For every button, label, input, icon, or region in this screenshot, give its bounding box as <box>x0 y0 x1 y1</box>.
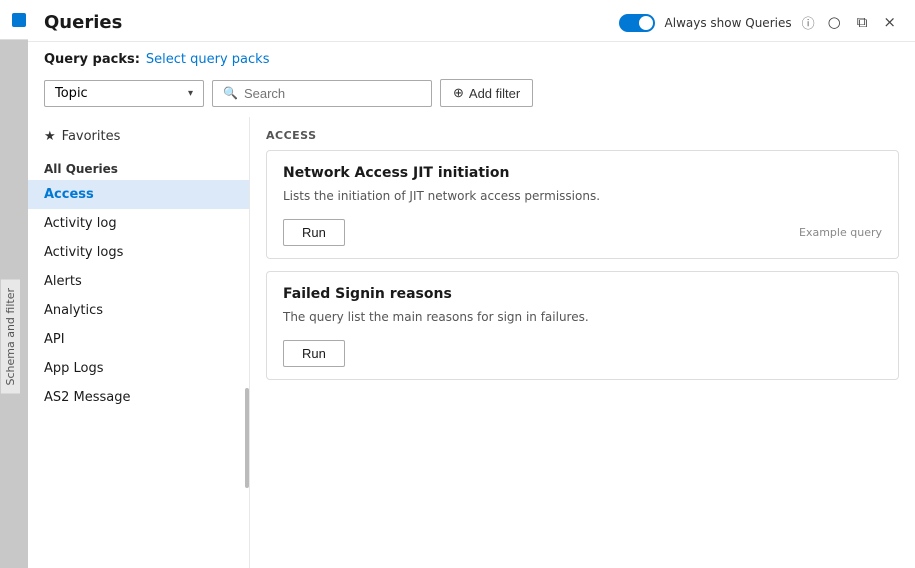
sidebar-scrollbar[interactable] <box>245 388 249 488</box>
toggle-thumb <box>639 16 653 30</box>
query-card-desc-2: The query list the main reasons for sign… <box>283 308 882 326</box>
sidebar-item-activity-log[interactable]: Activity log <box>28 209 249 238</box>
filter-row: Topic ▾ 🔍 ⊕ Add filter <box>28 73 915 117</box>
sidebar-item-label: App Logs <box>44 361 104 376</box>
always-show-label: Always show Queries <box>665 16 792 30</box>
query-card-footer-2: Run <box>283 340 882 367</box>
all-queries-label: All Queries <box>28 152 249 180</box>
sidebar-item-label: Alerts <box>44 274 82 289</box>
query-packs-row: Query packs: Select query packs <box>28 42 915 73</box>
search-box[interactable]: 🔍 <box>212 80 432 107</box>
sidebar: ★ Favorites All Queries Access Activity … <box>28 117 250 568</box>
sidebar-item-as2-message[interactable]: AS2 Message <box>28 383 249 412</box>
sidebar-item-label: Access <box>44 187 94 202</box>
queries-modal: Queries Always show Queries ⓘ ○ ⧉ × Quer… <box>28 0 915 568</box>
star-icon: ★ <box>44 129 56 144</box>
sidebar-item-activity-logs[interactable]: Activity logs <box>28 238 249 267</box>
sidebar-item-alerts[interactable]: Alerts <box>28 267 249 296</box>
sidebar-item-label: Analytics <box>44 303 103 318</box>
select-query-packs-link[interactable]: Select query packs <box>146 52 270 67</box>
main-content: ACCESS Network Access JIT initiation Lis… <box>250 117 915 568</box>
query-card-footer-1: Run Example query <box>283 219 882 246</box>
section-header-access: ACCESS <box>250 117 915 150</box>
copy-icon-button[interactable]: ⧉ <box>854 12 871 33</box>
add-filter-button[interactable]: ⊕ Add filter <box>440 79 533 107</box>
query-card-1: Network Access JIT initiation Lists the … <box>266 150 899 259</box>
header-controls: Always show Queries ⓘ ○ ⧉ × <box>619 12 899 33</box>
chevron-down-icon: ▾ <box>188 88 193 99</box>
toggle-track <box>619 14 655 32</box>
topic-label: Topic <box>55 86 88 101</box>
run-button-1[interactable]: Run <box>283 219 345 246</box>
query-card-title-2: Failed Signin reasons <box>283 286 882 302</box>
info-icon[interactable]: ⓘ <box>802 13 815 32</box>
sidebar-item-label: AS2 Message <box>44 390 131 405</box>
example-label-1: Example query <box>799 226 882 239</box>
link-icon-button[interactable]: ○ <box>825 12 844 33</box>
favorites-label: Favorites <box>62 129 121 144</box>
search-input[interactable] <box>244 86 421 101</box>
content-area: ★ Favorites All Queries Access Activity … <box>28 117 915 568</box>
query-card-title-1: Network Access JIT initiation <box>283 165 882 181</box>
run-button-2[interactable]: Run <box>283 340 345 367</box>
sidebar-favorites-item[interactable]: ★ Favorites <box>28 121 249 152</box>
sidebar-item-label: Activity log <box>44 216 117 231</box>
sidebar-item-analytics[interactable]: Analytics <box>28 296 249 325</box>
close-modal-button[interactable]: × <box>880 12 899 33</box>
sidebar-item-access[interactable]: Access <box>28 180 249 209</box>
sidebar-item-label: Activity logs <box>44 245 123 260</box>
sidebar-item-api[interactable]: API <box>28 325 249 354</box>
query-card-2: Failed Signin reasons The query list the… <box>266 271 899 380</box>
topic-dropdown[interactable]: Topic ▾ <box>44 80 204 107</box>
search-icon: 🔍 <box>223 86 238 100</box>
tab-icon <box>12 13 26 27</box>
query-card-desc-1: Lists the initiation of JIT network acce… <box>283 187 882 205</box>
sidebar-item-app-logs[interactable]: App Logs <box>28 354 249 383</box>
always-show-toggle[interactable] <box>619 14 655 32</box>
modal-title: Queries <box>44 12 619 33</box>
schema-filter-label: Schema and filter <box>0 280 20 394</box>
modal-header: Queries Always show Queries ⓘ ○ ⧉ × <box>28 0 915 42</box>
query-packs-label: Query packs: <box>44 52 140 67</box>
add-filter-label: Add filter <box>469 86 520 101</box>
filter-icon: ⊕ <box>453 85 464 101</box>
sidebar-item-label: API <box>44 332 65 347</box>
